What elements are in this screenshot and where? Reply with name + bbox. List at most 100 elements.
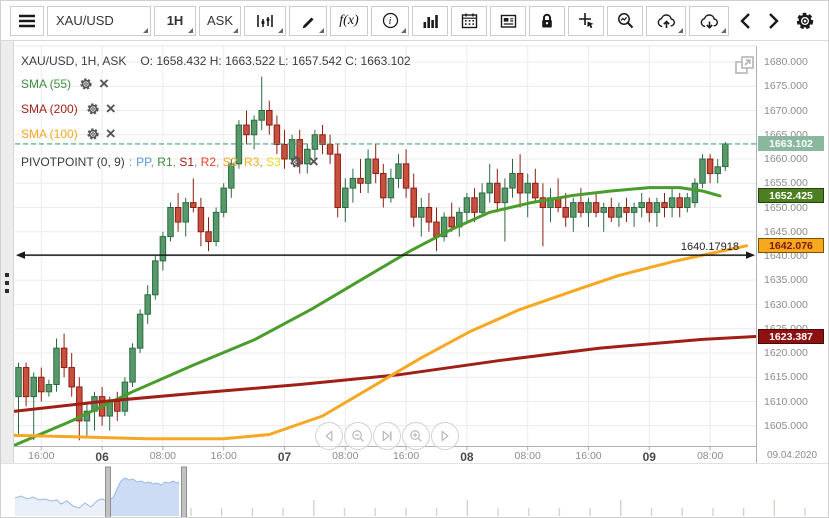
indicator-settings-gear-icon[interactable] — [86, 102, 100, 116]
navigator-handle[interactable] — [181, 466, 187, 518]
pivot-item-s1: S1 — [179, 155, 194, 169]
play-to-end-icon — [382, 430, 392, 442]
dropdown-triangle-icon — [721, 27, 726, 33]
indicator-close-icon[interactable]: × — [106, 100, 116, 117]
overlay-sma-200[interactable] — [13, 335, 758, 413]
price-tick-label: 1680.000 — [764, 56, 808, 68]
settings-button[interactable] — [790, 5, 820, 36]
lock-icon — [542, 13, 552, 28]
pivot-item-r3: R3 — [244, 155, 260, 169]
zoom-button[interactable] — [607, 5, 643, 36]
indicator-settings-gear-icon[interactable] — [79, 77, 93, 91]
back-button[interactable] — [732, 5, 758, 36]
hline-price-label[interactable]: 1640.17918 — [621, 241, 739, 253]
news-icon — [500, 14, 516, 28]
time-tick-label: 09 — [642, 450, 656, 464]
triangle-left-icon — [325, 430, 333, 442]
draw-tools-button[interactable] — [289, 5, 327, 36]
price-badge-sma-200: 1623.387 — [758, 328, 824, 344]
indicator-close-icon[interactable]: × — [99, 75, 109, 92]
pivot-item-r1: R1 — [157, 155, 173, 169]
forward-button[interactable] — [761, 5, 787, 36]
price-tick-label: 1630.000 — [764, 298, 808, 311]
price-tick-label: 1650.000 — [764, 201, 808, 214]
navigator-handle[interactable] — [105, 466, 111, 518]
svg-text:i: i — [388, 16, 391, 27]
period-select[interactable]: 1H — [154, 5, 196, 36]
zoom-out-button[interactable] — [344, 422, 372, 450]
cloud-upload-icon — [657, 13, 675, 28]
indicator-row-pivotpoint: PIVOTPOINT (0, 9) : PP, R1, S1, R2, S2, … — [21, 153, 411, 170]
pivot-label: PIVOTPOINT (0, 9) — [21, 155, 125, 169]
drag-handle-icon[interactable] — [5, 281, 9, 285]
pan-left-button[interactable] — [315, 422, 343, 450]
period-label: 1H — [166, 13, 184, 28]
price-badge-sma-100: 1642.076 — [758, 237, 824, 253]
magnifier-minus-icon — [352, 430, 364, 442]
drag-handle-icon[interactable] — [5, 273, 9, 277]
pivot-item-separator: , — [194, 155, 201, 169]
indicator-settings-gear-icon[interactable] — [289, 155, 303, 169]
crosshair-icon — [578, 13, 593, 29]
trading-chart-window: XAU/USD 1H ASK f(x) i XAU/USD, 1H, ASK O… — [0, 0, 829, 518]
symbol-label: XAU/USD — [56, 13, 114, 28]
dropdown-triangle-icon — [401, 27, 406, 33]
calendar-button[interactable] — [451, 5, 487, 36]
price-badge-current-price: 1663.102 — [758, 135, 824, 151]
calendar-icon — [461, 13, 477, 29]
price-side-select[interactable]: ASK — [199, 5, 241, 36]
detach-chart-button[interactable] — [732, 53, 758, 79]
lock-button[interactable] — [529, 5, 565, 36]
indicators-button[interactable]: f(x) — [330, 5, 368, 36]
symbol-select[interactable]: XAU/USD — [47, 5, 151, 36]
magnifier-chart-icon — [617, 13, 633, 29]
chart-type-button[interactable] — [244, 5, 286, 36]
price-tick-label: 1620.000 — [764, 347, 808, 359]
fx-label: f(x) — [339, 12, 359, 28]
left-panel-strip — [1, 41, 14, 463]
time-tick-label: 08 — [460, 450, 474, 464]
dropdown-triangle-icon — [143, 27, 148, 33]
dropdown-triangle-icon — [319, 27, 324, 33]
chevron-left-icon — [740, 12, 750, 29]
news-button[interactable] — [490, 5, 526, 36]
dropdown-triangle-icon — [188, 27, 193, 33]
price-tick-label: 1670.000 — [764, 104, 808, 117]
indicator-label: SMA (200) — [21, 102, 78, 116]
triangle-right-icon — [441, 430, 449, 442]
indicator-close-icon[interactable]: × — [309, 153, 319, 170]
indicator-close-icon[interactable]: × — [106, 125, 116, 142]
chevron-right-icon — [769, 12, 779, 29]
indicator-settings-gear-icon[interactable] — [86, 127, 100, 141]
volume-button[interactable] — [412, 5, 448, 36]
hamburger-icon — [19, 14, 35, 27]
time-tick-label: 08:00 — [514, 450, 541, 462]
price-badge-sma-55: 1652.425 — [758, 187, 824, 203]
pencil-icon — [302, 17, 314, 28]
price-tick-label: 1610.000 — [764, 395, 808, 408]
time-tick-label: 08:00 — [332, 450, 359, 462]
dropdown-triangle-icon — [278, 27, 283, 33]
indicator-row-sma-200: SMA (200) × — [21, 100, 411, 117]
crosshair-button[interactable] — [568, 5, 604, 36]
info-button[interactable]: i — [371, 5, 409, 36]
go-to-latest-button[interactable] — [373, 422, 401, 450]
price-tick-label: 1660.000 — [764, 153, 808, 165]
price-tick-label: 1615.000 — [764, 371, 808, 384]
menu-button[interactable] — [10, 5, 44, 36]
info-icon: i — [382, 12, 398, 29]
chart-nav-buttons — [315, 422, 459, 450]
dropdown-triangle-icon — [233, 27, 238, 33]
magnifier-plus-icon — [410, 430, 422, 442]
drag-handle-icon[interactable] — [5, 289, 9, 293]
time-tick-label: 06 — [95, 450, 109, 464]
time-tick-label: 16:00 — [575, 450, 602, 462]
legend-instrument: XAU/USD, 1H, ASK — [21, 54, 127, 68]
download-button[interactable] — [689, 5, 729, 36]
upload-button[interactable] — [646, 5, 686, 36]
pivot-separator: : — [128, 155, 133, 169]
zoom-in-button[interactable] — [402, 422, 430, 450]
navigator[interactable] — [14, 466, 806, 518]
pan-right-button[interactable] — [431, 422, 459, 450]
gear-icon — [796, 12, 814, 29]
